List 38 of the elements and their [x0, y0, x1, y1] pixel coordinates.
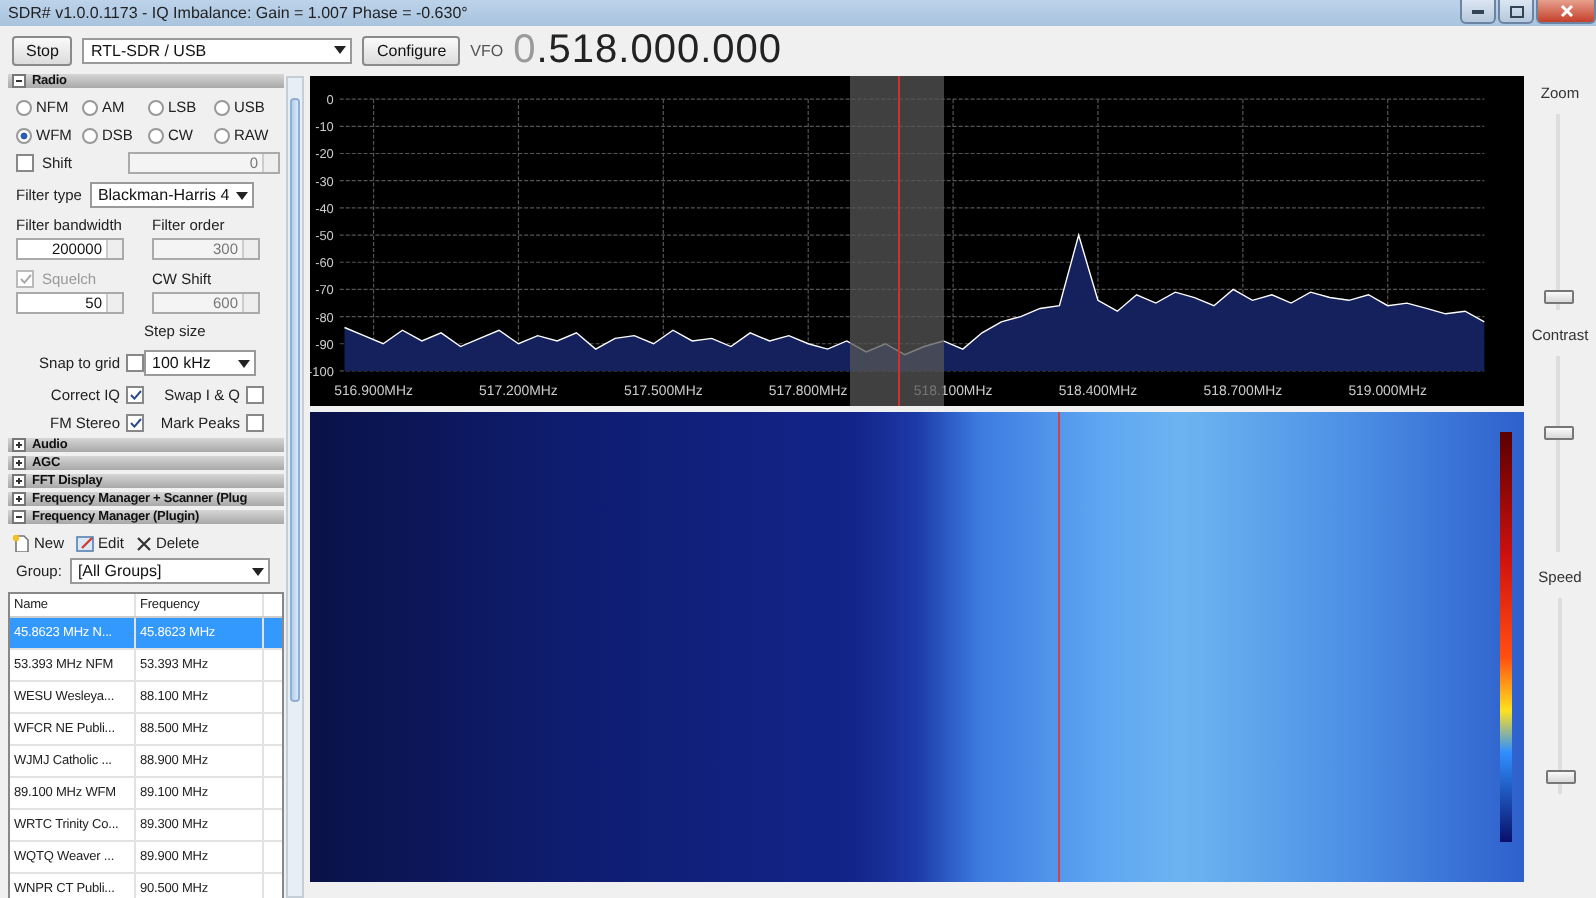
vfo-label: VFO — [470, 41, 504, 59]
vertical-slider[interactable] — [1545, 598, 1575, 794]
dropdown-caret-icon — [235, 191, 248, 199]
configure-button[interactable]: Configure — [362, 35, 461, 65]
delete-icon — [135, 535, 152, 551]
check-icon — [129, 418, 141, 428]
collapse-icon[interactable] — [12, 74, 26, 88]
window-title: SDR# v1.0.0.1173 - IQ Imbalance: Gain = 1.007 Phase = -0.630° — [8, 4, 468, 22]
dropdown-caret-icon — [251, 567, 264, 575]
edit-icon — [76, 534, 95, 552]
vfo-frequency[interactable]: 0.518.000.000 — [513, 30, 783, 70]
expand-icon[interactable] — [12, 474, 26, 488]
maximize-button[interactable] — [1498, 0, 1534, 24]
slider-thumb[interactable] — [1544, 425, 1575, 440]
slider-thumb[interactable] — [1545, 770, 1575, 785]
vertical-slider[interactable] — [1544, 114, 1575, 310]
group-dropdown[interactable]: [All Groups] — [69, 558, 270, 584]
stop-button[interactable]: Stop — [12, 35, 73, 65]
minimize-icon — [1472, 9, 1484, 13]
check-icon — [19, 274, 31, 284]
expand-icon[interactable] — [12, 438, 26, 452]
vertical-slider[interactable] — [1544, 356, 1575, 552]
close-icon — [1559, 4, 1573, 18]
minimize-button[interactable] — [1460, 0, 1496, 24]
check-icon — [129, 390, 141, 400]
expand-icon[interactable] — [12, 492, 26, 506]
dropdown-caret-icon — [334, 46, 347, 54]
collapse-icon[interactable] — [12, 510, 26, 524]
expand-icon[interactable] — [12, 456, 26, 470]
dropdown-caret-icon — [238, 359, 250, 367]
maximize-icon — [1509, 5, 1523, 17]
filter-type-dropdown[interactable]: Blackman-Harris 4 — [89, 182, 254, 208]
slider-thumb[interactable] — [1544, 290, 1575, 305]
step-size-dropdown[interactable]: 100 kHz — [144, 350, 256, 376]
device-dropdown[interactable]: RTL-SDR / USB — [82, 37, 353, 63]
new-document-icon — [12, 534, 30, 552]
close-button[interactable] — [1536, 0, 1596, 24]
scrollbar[interactable] — [286, 76, 304, 898]
